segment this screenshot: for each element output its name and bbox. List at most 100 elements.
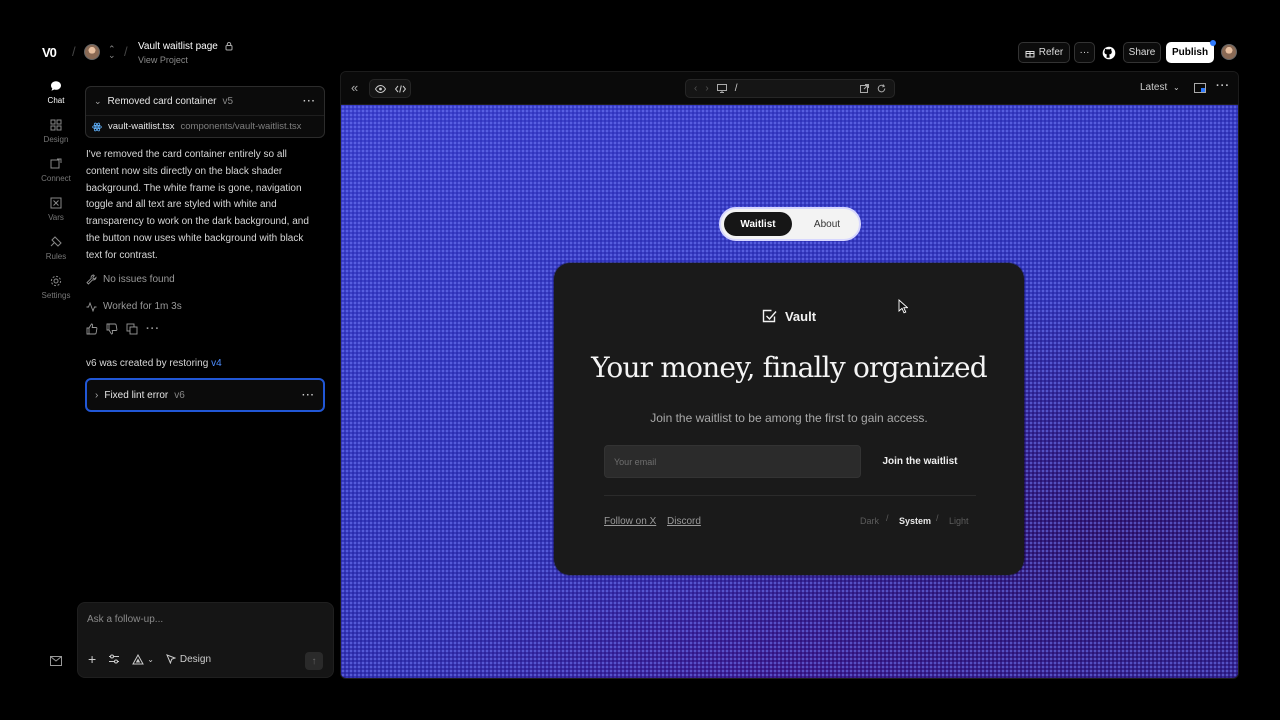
thumbs-down-icon[interactable] bbox=[106, 323, 118, 335]
email-input[interactable] bbox=[604, 445, 861, 478]
send-button[interactable]: ↑ bbox=[305, 652, 323, 670]
hero-subtitle: Join the waitlist to be among the first … bbox=[650, 411, 928, 425]
gear-icon bbox=[50, 275, 62, 287]
join-waitlist-button[interactable]: Join the waitlist bbox=[870, 445, 970, 478]
model-selector[interactable]: ⌄ bbox=[132, 653, 154, 665]
project-title[interactable]: Vault waitlist page bbox=[138, 41, 218, 52]
preview-more-icon[interactable]: ··· bbox=[1216, 80, 1230, 92]
theme-separator: / bbox=[886, 513, 889, 523]
version-menu-button[interactable]: ··· bbox=[302, 390, 315, 401]
file-path: components/vault-waitlist.tsx bbox=[180, 121, 302, 132]
thumbs-up-icon[interactable] bbox=[86, 323, 98, 335]
add-icon[interactable]: + bbox=[88, 652, 96, 666]
external-link-icon[interactable] bbox=[860, 84, 869, 93]
rail-item-chat[interactable]: Chat bbox=[36, 80, 76, 105]
copy-icon[interactable] bbox=[126, 323, 138, 335]
file-name: vault-waitlist.tsx bbox=[108, 121, 175, 132]
rail-item-vars[interactable]: Vars bbox=[36, 197, 76, 222]
refer-button[interactable]: Refer bbox=[1018, 42, 1070, 63]
view-project-link[interactable]: View Project bbox=[138, 55, 188, 65]
react-icon bbox=[92, 122, 102, 131]
version-badge: v5 bbox=[222, 95, 234, 107]
github-button[interactable] bbox=[1099, 42, 1119, 63]
back-icon[interactable]: ‹ bbox=[694, 83, 697, 94]
follow-on-x-link[interactable]: Follow on X bbox=[604, 516, 656, 527]
more-actions-icon[interactable]: ··· bbox=[146, 323, 160, 335]
rail-item-settings[interactable]: Settings bbox=[36, 275, 76, 300]
preview-panel: « ‹ › / Latest ⌄ ··· Waitlist About Vaul… bbox=[340, 71, 1239, 679]
monitor-icon[interactable] bbox=[716, 84, 727, 93]
chevron-down-icon: ⌄ bbox=[1173, 83, 1180, 92]
chat-composer[interactable]: Ask a follow-up... + ⌄ Design ↑ bbox=[77, 602, 334, 678]
top-bar: V0 / ⌃ ⌄ / Vault waitlist page View Proje… bbox=[0, 36, 1280, 68]
theme-light-option[interactable]: Light bbox=[949, 516, 969, 526]
version-menu-button[interactable]: ··· bbox=[303, 96, 316, 107]
version-card-v6[interactable]: › Fixed lint error v6 ··· bbox=[85, 378, 325, 412]
discord-link[interactable]: Discord bbox=[667, 516, 701, 527]
lint-status: No issues found bbox=[86, 274, 175, 285]
chat-icon bbox=[51, 81, 61, 91]
user-avatar[interactable] bbox=[1221, 44, 1237, 60]
theme-dark-option[interactable]: Dark bbox=[860, 516, 879, 526]
chevron-down-icon[interactable]: ⌄ bbox=[94, 96, 102, 107]
vars-icon bbox=[50, 197, 62, 209]
breadcrumb-separator: / bbox=[124, 44, 128, 59]
theme-separator: / bbox=[936, 513, 939, 523]
nav-toggle: Waitlist About bbox=[719, 207, 861, 241]
code-icon[interactable] bbox=[394, 84, 406, 93]
file-row[interactable]: vault-waitlist.tsx components/vault-wait… bbox=[86, 115, 324, 137]
publish-button[interactable]: Publish bbox=[1166, 42, 1214, 63]
more-options-button[interactable]: ··· bbox=[1074, 42, 1095, 63]
preview-canvas: Waitlist About Vault Your money, finally… bbox=[341, 105, 1238, 678]
tab-waitlist[interactable]: Waitlist bbox=[724, 212, 792, 236]
version-card-v5[interactable]: ⌄ Removed card container v5 ··· vault-wa… bbox=[85, 86, 325, 138]
vault-brand: Vault bbox=[554, 309, 1024, 324]
breadcrumb-separator: / bbox=[72, 44, 76, 59]
device-icon[interactable] bbox=[1194, 83, 1206, 93]
chevron-down-icon: ⌄ bbox=[147, 654, 154, 664]
tab-about[interactable]: About bbox=[797, 212, 857, 236]
team-avatar[interactable] bbox=[84, 44, 100, 60]
version-badge: v6 bbox=[174, 389, 185, 401]
version-card-header[interactable]: › Fixed lint error v6 ··· bbox=[87, 380, 323, 410]
rules-icon bbox=[50, 236, 62, 247]
rail-item-connect[interactable]: Connect bbox=[36, 158, 76, 183]
v0-logo[interactable]: V0 bbox=[42, 45, 57, 60]
version-card-header[interactable]: ⌄ Removed card container v5 ··· bbox=[86, 87, 324, 115]
activity-icon bbox=[86, 301, 97, 312]
hero-headline: Your money, finally organized bbox=[591, 351, 988, 384]
chevron-right-icon[interactable]: › bbox=[95, 390, 98, 401]
eye-icon[interactable] bbox=[374, 84, 386, 93]
collapse-panel-icon[interactable]: « bbox=[351, 80, 358, 95]
view-mode-toggle bbox=[369, 79, 411, 98]
theme-system-option[interactable]: System bbox=[899, 516, 931, 526]
preview-toolbar: « ‹ › / Latest ⌄ ··· bbox=[341, 72, 1238, 105]
rail-item-rules[interactable]: Rules bbox=[36, 236, 76, 261]
share-button[interactable]: Share bbox=[1123, 42, 1161, 63]
triangle-icon bbox=[132, 653, 145, 664]
refresh-icon[interactable] bbox=[877, 84, 886, 93]
gift-icon bbox=[1025, 50, 1035, 57]
version-card-title: Removed card container bbox=[107, 95, 217, 107]
preview-url-bar[interactable]: ‹ › / bbox=[685, 79, 895, 98]
forward-icon[interactable]: › bbox=[705, 83, 708, 94]
version-card-title: Fixed lint error bbox=[104, 389, 169, 401]
rail-item-design[interactable]: Design bbox=[36, 119, 76, 144]
chevron-updown-icon[interactable]: ⌃ ⌄ bbox=[108, 45, 116, 60]
composer-tools: + ⌄ Design bbox=[88, 652, 211, 666]
version-select[interactable]: Latest ⌄ bbox=[1140, 82, 1180, 93]
checkbox-logo-icon bbox=[762, 309, 777, 323]
arrow-up-icon: ↑ bbox=[311, 655, 317, 667]
design-mode-button[interactable]: Design bbox=[165, 654, 211, 665]
mail-icon[interactable] bbox=[50, 656, 62, 666]
composer-input[interactable]: Ask a follow-up... bbox=[87, 614, 163, 625]
sliders-icon[interactable] bbox=[108, 653, 120, 665]
github-icon bbox=[1102, 46, 1116, 59]
brand-name: Vault bbox=[784, 309, 817, 324]
design-icon bbox=[50, 119, 62, 131]
preview-url: / bbox=[734, 83, 738, 94]
connect-icon bbox=[50, 158, 62, 169]
restore-version-link[interactable]: v4 bbox=[211, 358, 222, 369]
work-duration[interactable]: Worked for 1m 3s bbox=[86, 301, 182, 312]
lock-icon bbox=[225, 42, 233, 51]
